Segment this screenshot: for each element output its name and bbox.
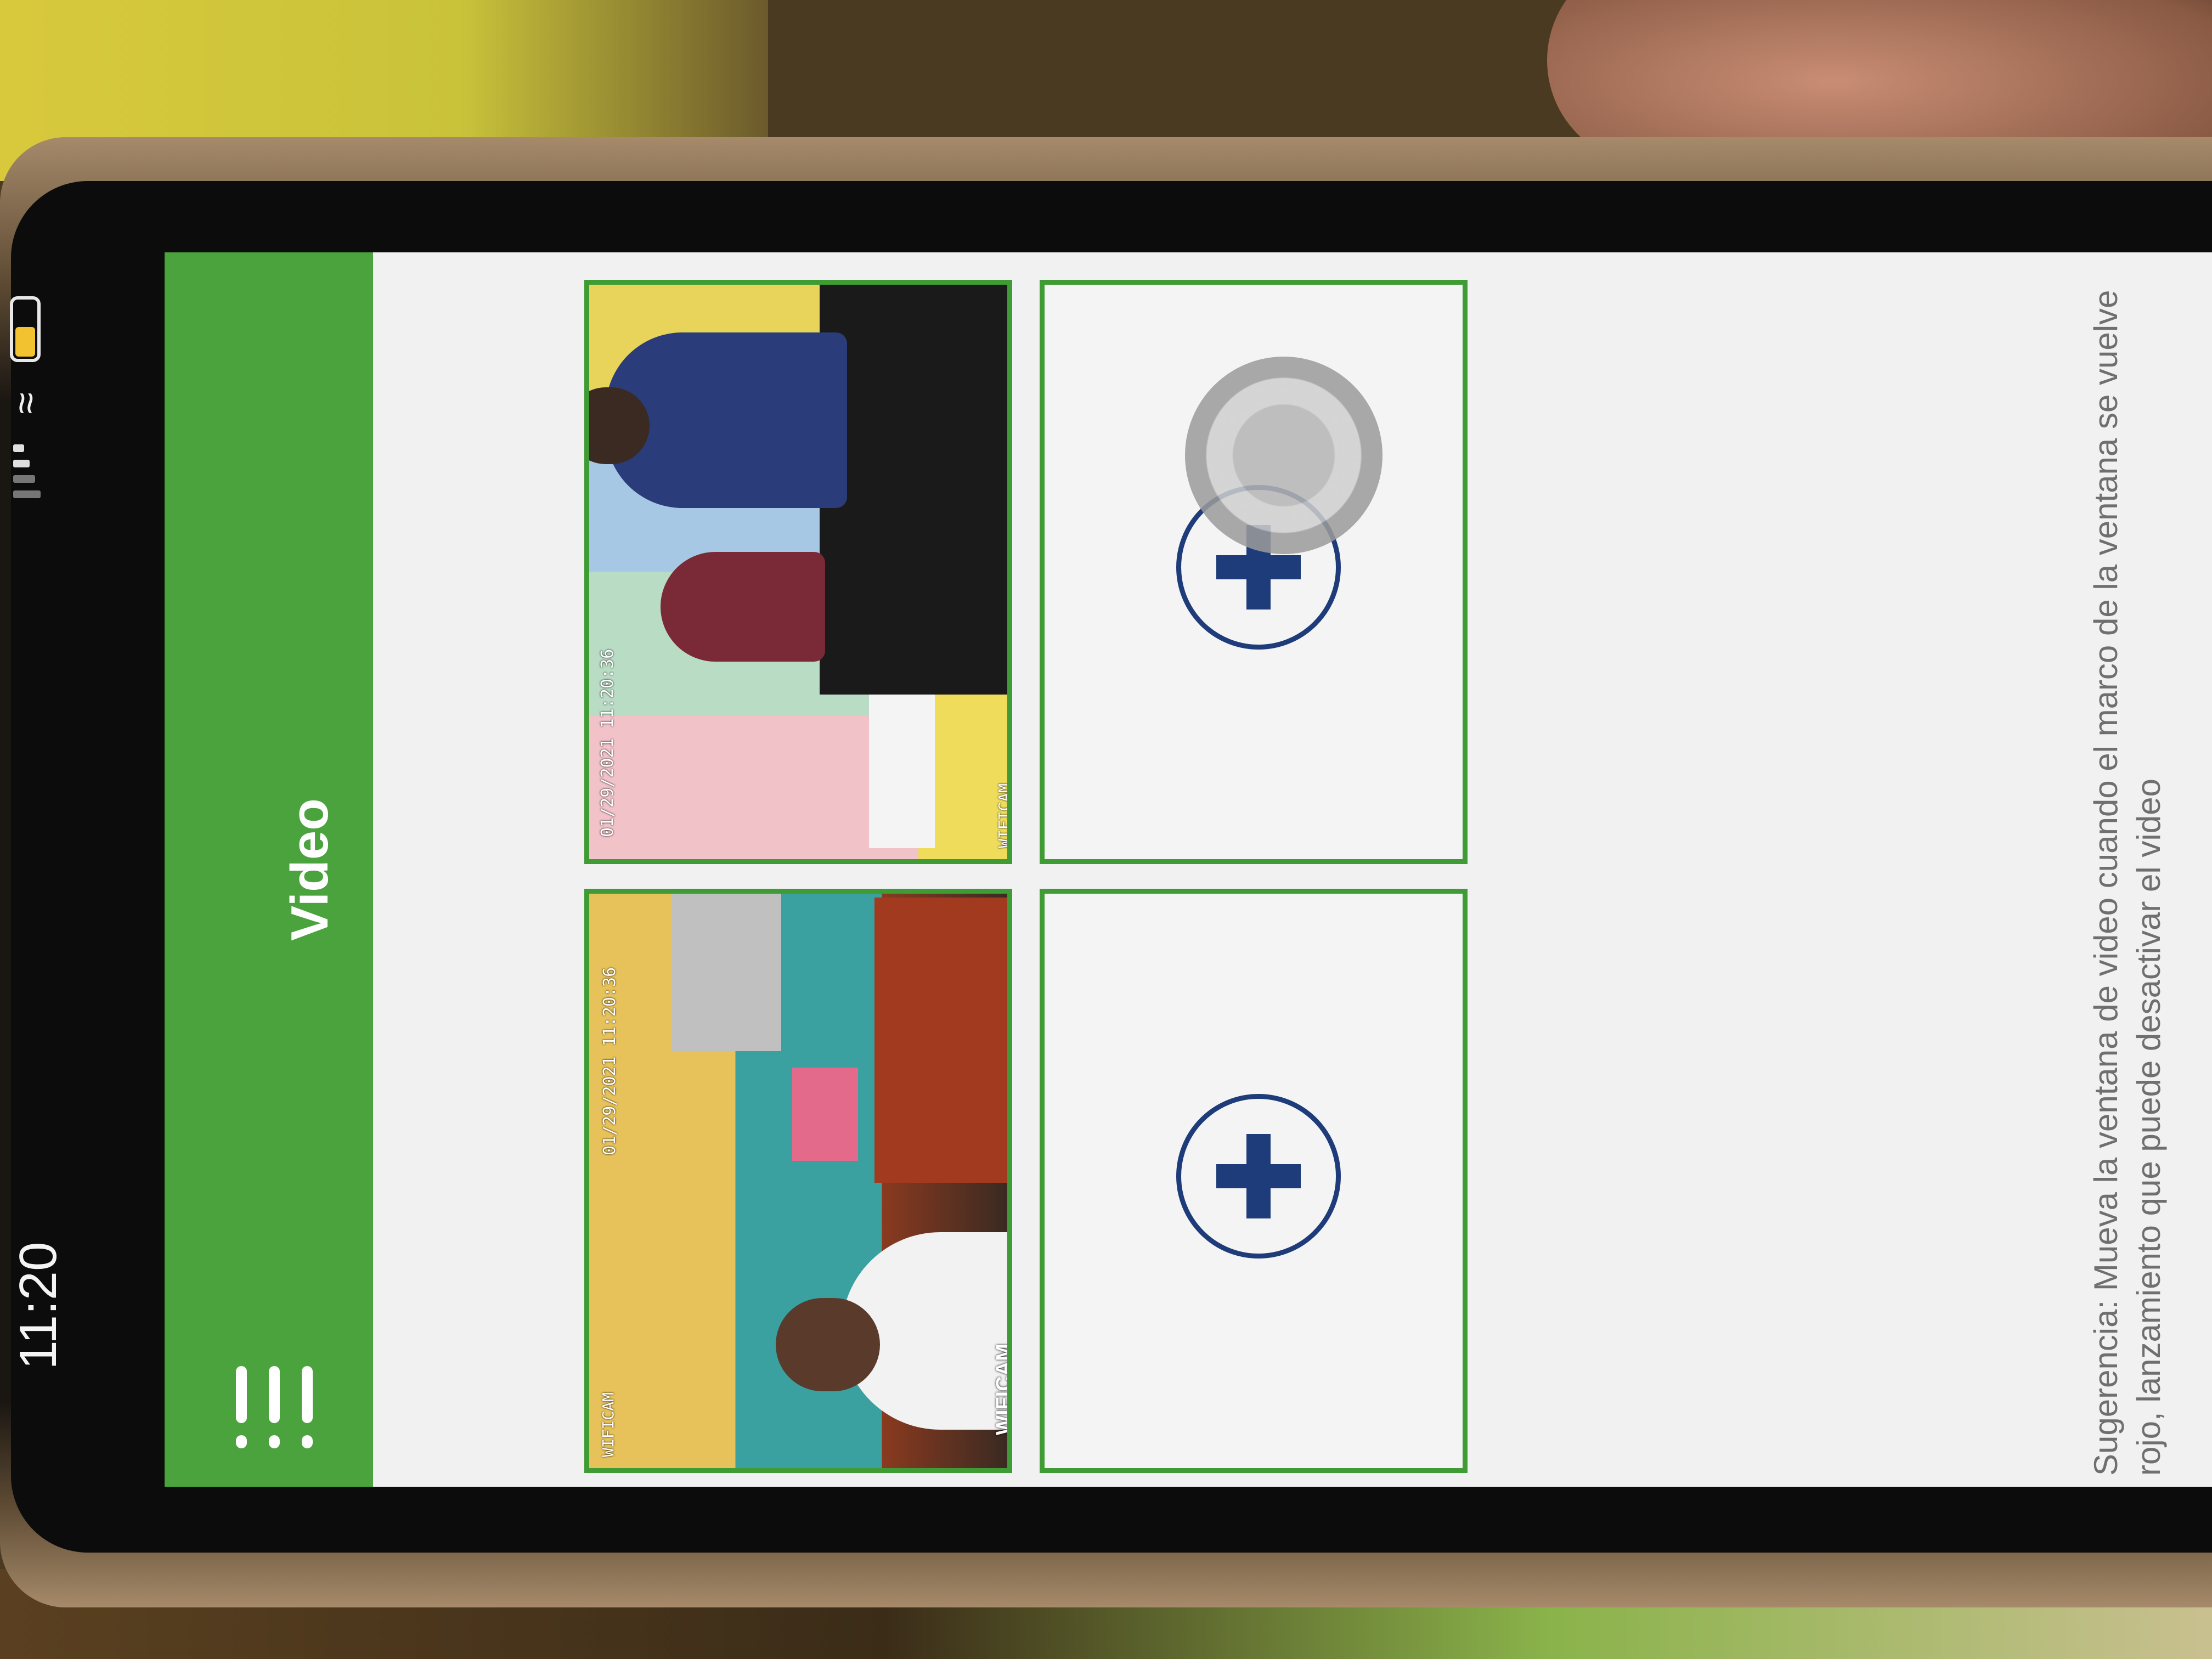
app-screen: Video 01/29/2021 11:20:36 WIFICAM WIFICA… [165, 252, 2212, 1487]
video-feed-1 [589, 889, 1012, 1468]
wifi-icon: ≈ [4, 392, 48, 414]
video-timestamp: 01/29/2021 11:20:36 [600, 967, 619, 1155]
empty-tile-3[interactable] [1040, 889, 1468, 1473]
add-circle-icon[interactable] [1176, 1094, 1341, 1259]
hint-text: Sugerencia: Mueva la ventana de video cu… [2087, 290, 2167, 1476]
video-tile-1[interactable]: 01/29/2021 11:20:36 WIFICAM WIFICAM [584, 889, 1012, 1473]
cellular-signal-icon [13, 444, 46, 505]
status-icons: ≈ [0, 296, 66, 527]
video-timestamp: 01/29/2021 11:20:36 [598, 648, 617, 837]
video-tile-2[interactable]: 01/29/2021 11:20:36 WIFICAM [584, 280, 1012, 864]
assistive-touch-button[interactable] [1185, 357, 1383, 554]
app-view: Video 01/29/2021 11:20:36 WIFICAM WIFICA… [165, 252, 2212, 1487]
status-time: 11:20 [9, 1242, 67, 1370]
battery-icon [10, 296, 41, 362]
battery-level-fill [15, 327, 35, 357]
camera-label: WIFICAM [995, 783, 1012, 848]
camera-label: WIFICAM [599, 1392, 617, 1457]
overlay-text: WIFICAM [992, 1344, 1012, 1435]
video-feed-2 [584, 283, 1012, 859]
page-title: Video [280, 798, 339, 941]
app-header: Video [165, 252, 373, 1487]
